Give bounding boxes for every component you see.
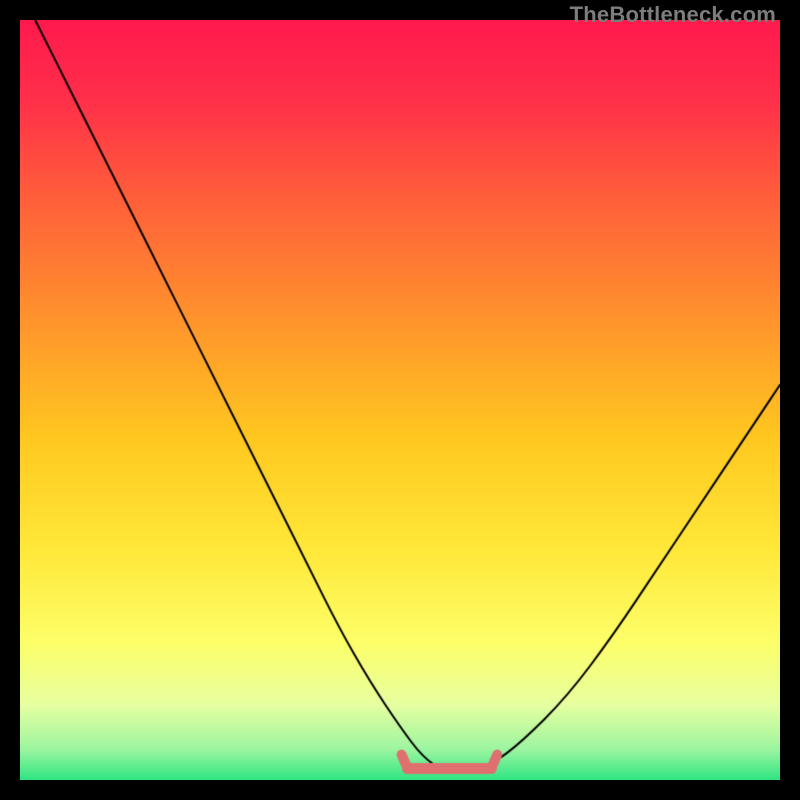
- watermark-label: TheBottleneck.com: [570, 2, 776, 28]
- chart-frame: [20, 20, 780, 780]
- bottleneck-chart-canvas: [20, 20, 780, 780]
